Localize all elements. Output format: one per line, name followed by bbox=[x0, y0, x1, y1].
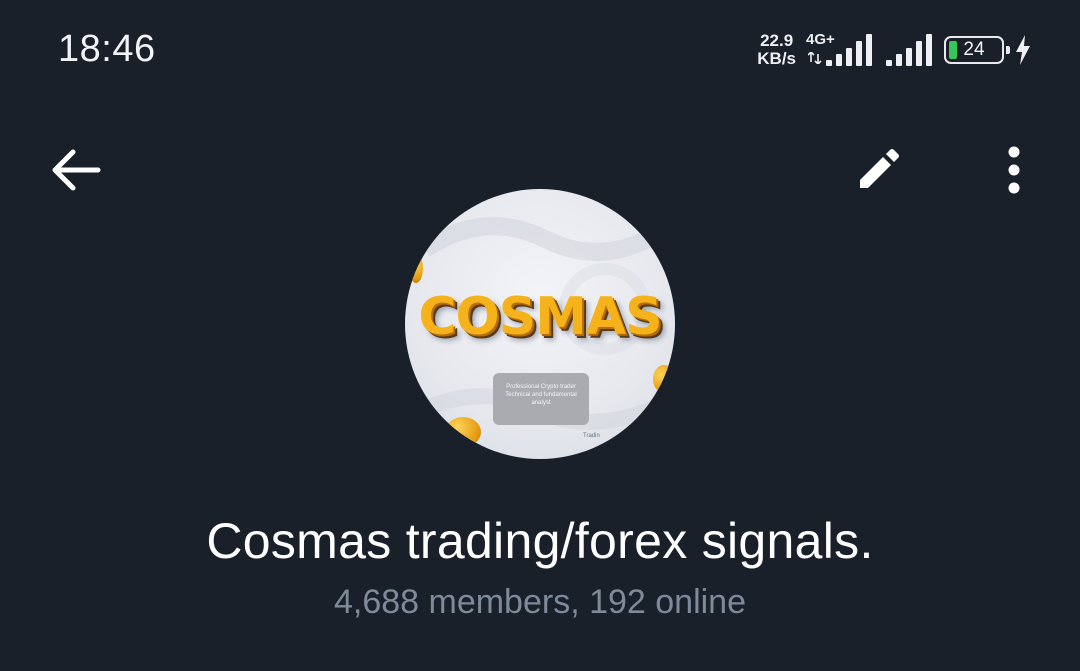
back-button[interactable] bbox=[44, 140, 108, 200]
status-icons: 22.9 KB/s 4G+ 24 bbox=[757, 30, 1032, 70]
avatar-card-line: Technical and fundamental bbox=[505, 392, 577, 398]
avatar-info-card: Professional Crypto trader Technical and… bbox=[493, 373, 589, 425]
coin-decoration bbox=[653, 365, 675, 393]
profile-screen: 18:46 22.9 KB/s 4G+ 24 COSMAS Profession… bbox=[0, 0, 1080, 671]
chat-title: Cosmas trading/forex signals. bbox=[206, 513, 874, 569]
battery-level: 24 bbox=[963, 39, 985, 60]
speed-value: 22.9 bbox=[760, 31, 794, 50]
charging-bolt-icon bbox=[1016, 35, 1030, 65]
avatar-card-line: Professional Crypto trader bbox=[506, 384, 576, 390]
avatar-logo-text: COSMAS bbox=[418, 287, 662, 347]
network-speed: 22.9 KB/s bbox=[757, 32, 796, 68]
group-avatar[interactable]: COSMAS Professional Crypto trader Techni… bbox=[405, 189, 675, 459]
edit-button[interactable] bbox=[846, 140, 910, 200]
member-count: 4,688 members, 192 online bbox=[333, 583, 747, 621]
battery-level-fill bbox=[949, 41, 957, 59]
data-arrows-icon bbox=[808, 52, 822, 64]
avatar-card-line: analyst bbox=[531, 400, 551, 406]
signal-bars-icon bbox=[826, 34, 872, 66]
arrow-left-icon bbox=[52, 149, 101, 191]
avatar-footer-text: Tradin bbox=[583, 433, 600, 439]
more-vertical-icon bbox=[1008, 146, 1020, 194]
more-options-button[interactable] bbox=[984, 140, 1044, 200]
battery-cap bbox=[1006, 46, 1010, 54]
signal-sim1: 4G+ bbox=[806, 32, 876, 68]
coin-decoration bbox=[445, 417, 481, 447]
battery-icon: 24 bbox=[944, 36, 1010, 64]
coin-decoration bbox=[409, 253, 423, 283]
signal-sim2-icon bbox=[886, 34, 932, 66]
pencil-icon bbox=[860, 149, 899, 188]
speed-unit: KB/s bbox=[757, 49, 796, 68]
status-time: 18:46 bbox=[58, 28, 156, 70]
